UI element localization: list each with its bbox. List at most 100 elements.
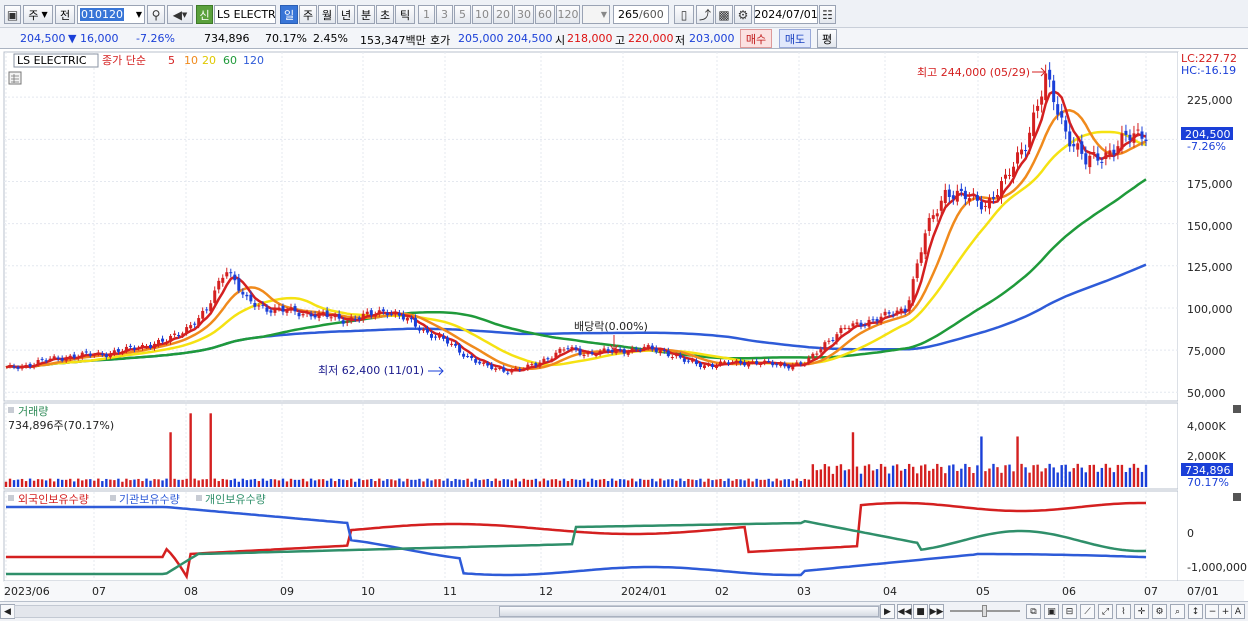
tab-period-second[interactable]: 초: [376, 5, 394, 24]
volume-bar: [181, 479, 184, 487]
volume-bar: [113, 480, 116, 487]
candle-body: [506, 372, 510, 374]
volume-bar: [382, 480, 385, 487]
tab-period-tick[interactable]: 틱: [395, 5, 415, 24]
interval-10-button[interactable]: 10: [472, 5, 492, 24]
volume-bar: [406, 478, 409, 487]
holdings-panel-close-icon[interactable]: [1233, 493, 1241, 501]
volume-bar: [1008, 464, 1011, 487]
zoom-area-icon[interactable]: ⧉: [1026, 604, 1041, 619]
fast-forward-icon[interactable]: ▶▶: [929, 604, 944, 619]
text-tool-icon[interactable]: A: [1231, 604, 1245, 619]
volume-value-label: 734,896주(70.17%): [8, 419, 114, 432]
interval-custom-input[interactable]: ▼: [582, 5, 610, 24]
stop-icon[interactable]: ■: [913, 604, 928, 619]
window-icon[interactable]: ▣: [4, 5, 21, 24]
volume-bar: [402, 481, 405, 487]
volume-bar: [594, 480, 598, 487]
settings-icon[interactable]: ⚙: [1152, 604, 1167, 619]
candle-body: [490, 364, 494, 369]
volume-bar: [333, 481, 337, 487]
crosshair-icon[interactable]: ✛: [1134, 604, 1149, 619]
speaker-icon[interactable]: ◀ ▼: [167, 5, 193, 24]
volume-bar: [807, 479, 811, 487]
interval-3-button[interactable]: 3: [436, 5, 453, 24]
candle-body: [478, 361, 482, 364]
candle-body: [1128, 134, 1132, 141]
period-type-select[interactable]: 주 ▼: [23, 5, 53, 24]
candle-body: [1136, 129, 1140, 131]
trend-tool-icon[interactable]: ⤢: [1098, 604, 1113, 619]
candle-body: [1036, 105, 1040, 111]
volume-bar: [538, 481, 542, 487]
interval-20-button[interactable]: 20: [493, 5, 513, 24]
toolbar: ▣ 주 ▼ 전 010120 ▼ ⚲ ◀ ▼ 신 LS ELECTRI 일 주 월 …: [0, 0, 1248, 28]
sell-button[interactable]: 매도: [779, 29, 811, 48]
candle-body: [454, 343, 458, 346]
date-input[interactable]: 2024/07/01: [754, 5, 818, 24]
candle-body: [851, 323, 855, 327]
candle-body: [289, 307, 293, 311]
volume-panel-toggle[interactable]: [8, 407, 14, 413]
volume-bar: [903, 468, 907, 487]
interval-5-button[interactable]: 5: [454, 5, 471, 24]
candle-body: [883, 311, 887, 316]
scrollbar[interactable]: [14, 605, 880, 618]
x-label: 04: [883, 585, 897, 598]
tab-period-minute[interactable]: 분: [357, 5, 375, 24]
calendar-icon[interactable]: ☷: [819, 5, 836, 24]
rewind-icon[interactable]: ◀◀: [897, 604, 912, 619]
zoom-slider-handle[interactable]: [982, 605, 987, 617]
volume-tick-2000k: 2,000K: [1187, 450, 1226, 463]
expand-icon[interactable]: ↕: [1188, 604, 1203, 619]
stock-code-input[interactable]: 010120 ▼: [77, 5, 145, 24]
chart-type-icon[interactable]: ⌇: [1116, 604, 1131, 619]
candle-body: [855, 322, 859, 325]
candle-body: [743, 362, 747, 366]
search-icon[interactable]: ⌕: [1170, 604, 1185, 619]
volume-bar: [65, 479, 68, 487]
scroll-right-icon[interactable]: ▶: [880, 604, 895, 619]
line-tool-icon[interactable]: ⟋: [1080, 604, 1095, 619]
interval-120-button[interactable]: 120: [556, 5, 580, 24]
stock-code-value: 010120: [80, 8, 124, 21]
evaluation-button[interactable]: 평: [817, 29, 837, 48]
volume-panel-close-icon[interactable]: [1233, 405, 1241, 413]
candle-body: [60, 358, 64, 361]
candle-body: [923, 233, 927, 255]
tab-period-day[interactable]: 일: [280, 5, 298, 24]
volume-bar: [643, 479, 646, 487]
tab-period-week[interactable]: 주: [299, 5, 317, 24]
split-icon[interactable]: ⊟: [1062, 604, 1077, 619]
volume-bar: [928, 470, 931, 487]
volume-bar: [907, 463, 911, 487]
tab-period-year[interactable]: 년: [337, 5, 355, 24]
scroll-thumb[interactable]: [499, 606, 879, 617]
candle-type-icon[interactable]: ▯: [674, 5, 694, 24]
volume-bar: [799, 481, 802, 487]
holdings-panel-toggle[interactable]: [8, 495, 14, 501]
save-icon[interactable]: ▩: [715, 5, 733, 24]
buy-button[interactable]: 매수: [740, 29, 772, 48]
interval-1-button[interactable]: 1: [418, 5, 435, 24]
volume-bar: [173, 478, 176, 487]
search-icon[interactable]: ⚲: [147, 5, 165, 24]
tab-period-month[interactable]: 월: [318, 5, 336, 24]
gear-icon[interactable]: ⚙: [734, 5, 752, 24]
layout-icon[interactable]: ▣: [1044, 604, 1059, 619]
prev-button[interactable]: 전: [55, 5, 75, 24]
interval-60-button[interactable]: 60: [535, 5, 555, 24]
scroll-left-icon[interactable]: ◀: [0, 604, 15, 619]
volume-bar: [542, 478, 546, 487]
candle-body: [979, 201, 983, 210]
draw-tool-icon[interactable]: ⤴: [696, 5, 714, 24]
candle-body: [895, 310, 899, 314]
volume-bar: [370, 478, 373, 487]
stock-chart[interactable]: LS ELECTRIC 종가 단순 5 10 20 60 120 최고 244,…: [0, 49, 1248, 605]
volume-bar: [486, 478, 489, 487]
volume-bar: [117, 478, 120, 487]
bar-count-input[interactable]: 265/600: [613, 5, 669, 24]
volume-bar: [783, 479, 786, 487]
interval-30-button[interactable]: 30: [514, 5, 534, 24]
candle-body: [68, 355, 72, 359]
